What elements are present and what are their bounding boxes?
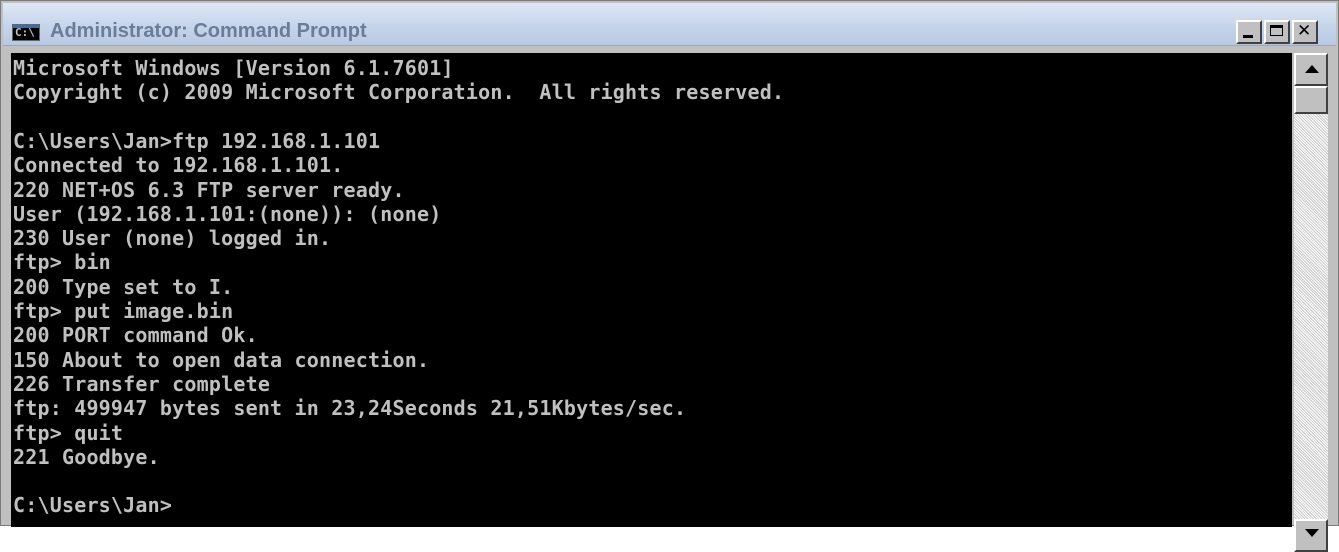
console-icon-bar (13, 25, 39, 28)
title-bar[interactable]: C:\ Administrator: Command Prompt ✕ (3, 3, 1336, 46)
console-line: ftp: 499947 bytes sent in 23,24Seconds 2… (13, 396, 687, 421)
close-button[interactable]: ✕ (1292, 20, 1318, 44)
close-icon: ✕ (1297, 21, 1312, 41)
console-line: Microsoft Windows [Version 6.1.7601] (13, 56, 454, 80)
console-line: Copyright (c) 2009 Microsoft Corporation… (13, 80, 785, 105)
console-line: 226 Transfer complete (13, 371, 271, 396)
window-title: Administrator: Command Prompt (50, 20, 367, 42)
console-line: C:\Users\Jan>ftp 192.168.1.101 (13, 128, 381, 153)
maximize-button[interactable] (1264, 20, 1290, 44)
console-line: ftp> put image.bin (13, 299, 234, 323)
scrollbar-thumb[interactable] (1294, 86, 1328, 114)
console-line: 200 Type set to I. (13, 274, 234, 299)
minimize-icon (1243, 35, 1253, 38)
console-line: 221 Goodbye. (13, 444, 160, 469)
console-line: ftp> quit (13, 420, 124, 445)
console-line: 150 About to open data connection. (13, 347, 430, 372)
console-output[interactable]: Microsoft Windows [Version 6.1.7601] Copy… (11, 53, 1292, 527)
console-line: User (192.168.1.101:(none)): (none) (13, 201, 442, 226)
console-line: C:\Users\Jan> (13, 493, 173, 518)
scroll-up-button[interactable] (1294, 53, 1328, 86)
vertical-scrollbar[interactable] (1294, 53, 1328, 552)
console-line: Connected to 192.168.1.101. (13, 153, 344, 178)
minimize-button[interactable] (1236, 20, 1262, 44)
console-line: 230 User (none) logged in. (13, 226, 332, 251)
console-line: 200 PORT command Ok. (13, 323, 258, 348)
console-line: ftp> bin (13, 250, 111, 275)
scroll-down-button[interactable] (1294, 519, 1328, 552)
arrow-up-icon (1305, 65, 1319, 73)
maximize-icon (1270, 25, 1283, 36)
console-line: 220 NET+OS 6.3 FTP server ready. (13, 177, 405, 202)
arrow-down-icon (1305, 529, 1319, 537)
console-icon[interactable]: C:\ (12, 24, 40, 41)
command-prompt-window: C:\ Administrator: Command Prompt ✕ Micr… (0, 0, 1339, 552)
